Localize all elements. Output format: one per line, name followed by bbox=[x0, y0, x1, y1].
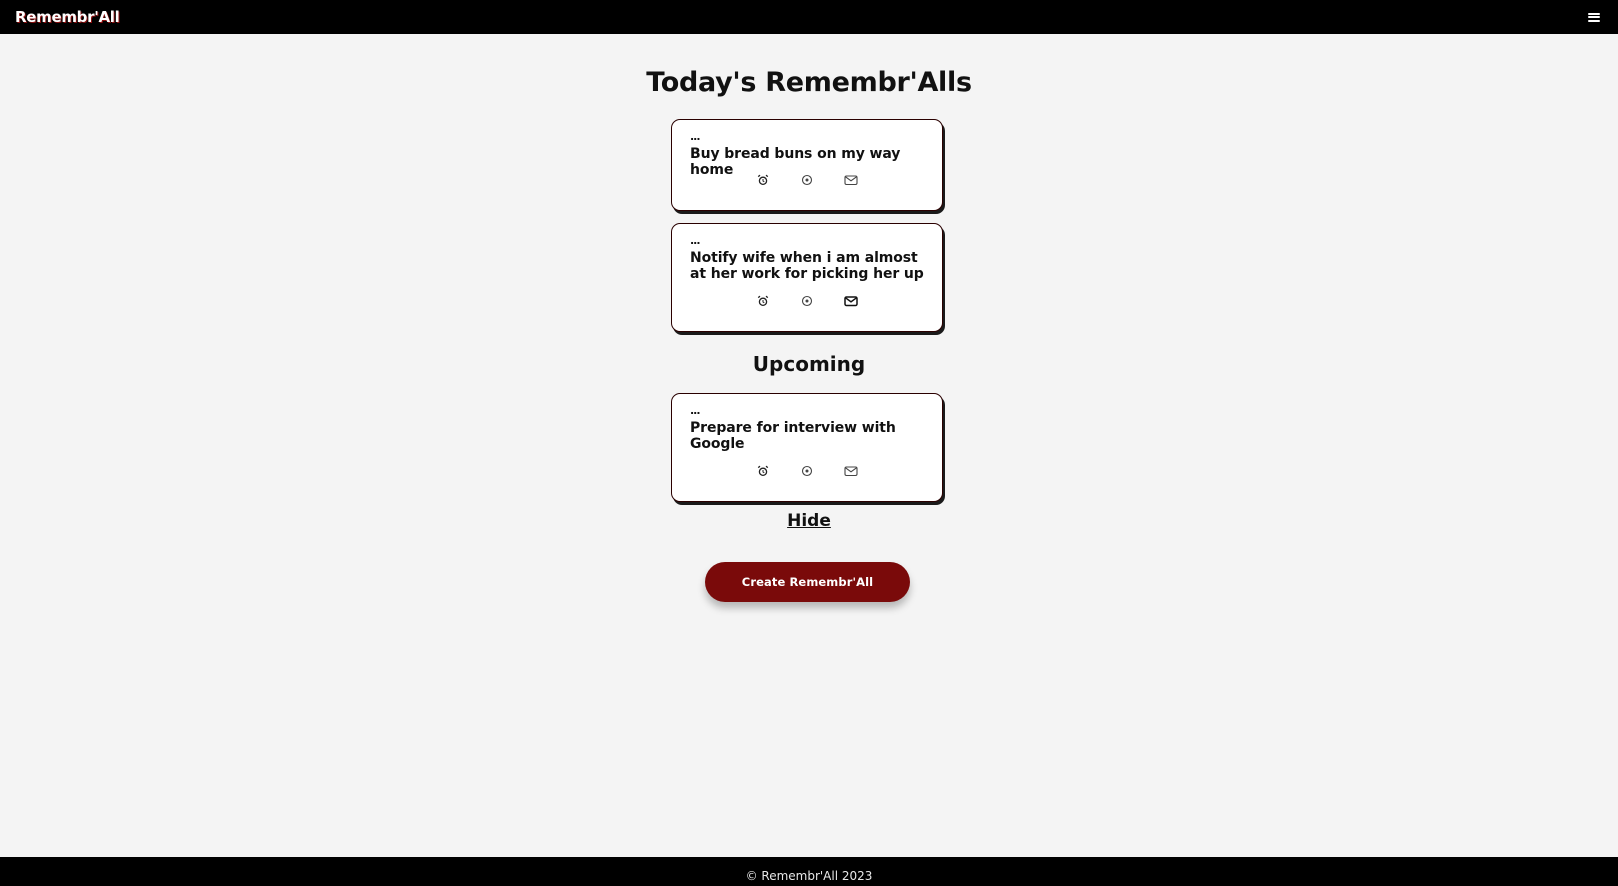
reminder-text: Prepare for interview with Google bbox=[690, 420, 896, 452]
location-pin-icon[interactable] bbox=[800, 464, 814, 478]
location-pin-icon[interactable] bbox=[800, 173, 814, 187]
create-rememberall-button[interactable]: Create Remembr'All bbox=[705, 562, 910, 602]
upcoming-heading: Upcoming bbox=[752, 352, 866, 376]
brand-logo[interactable]: Remembr'All bbox=[15, 8, 120, 26]
hide-link-row: Hide bbox=[0, 511, 1618, 531]
hide-link[interactable]: Hide bbox=[787, 511, 831, 531]
main-content: Today's Remembr'Alls ... Buy bread buns … bbox=[0, 34, 1618, 857]
alarm-clock-icon[interactable] bbox=[756, 173, 770, 187]
mail-icon[interactable] bbox=[844, 173, 858, 187]
reminder-actions bbox=[672, 294, 942, 308]
mail-icon[interactable] bbox=[844, 464, 858, 478]
reminder-card: ... Buy bread buns on my way home bbox=[671, 119, 943, 211]
navbar: Remembr'All bbox=[0, 0, 1618, 34]
location-pin-icon[interactable] bbox=[800, 294, 814, 308]
card-options-icon[interactable]: ... bbox=[690, 405, 924, 417]
reminder-actions bbox=[672, 173, 942, 187]
alarm-clock-icon[interactable] bbox=[756, 464, 770, 478]
reminder-card: ... Prepare for interview with Google bbox=[671, 393, 943, 502]
card-options-icon[interactable]: ... bbox=[690, 235, 924, 247]
app-window: Remembr'All Today's Remembr'Alls ... Buy… bbox=[0, 0, 1618, 886]
reminder-actions bbox=[672, 464, 942, 478]
hamburger-menu-icon[interactable] bbox=[1588, 12, 1600, 22]
reminder-text: Notify wife when i am almost at her work… bbox=[690, 250, 924, 282]
reminder-card: ... Notify wife when i am almost at her … bbox=[671, 223, 943, 332]
alarm-clock-icon[interactable] bbox=[756, 294, 770, 308]
mail-icon[interactable] bbox=[844, 294, 858, 308]
footer: © Remembr'All 2023 bbox=[0, 857, 1618, 886]
page-title: Today's Remembr'Alls bbox=[646, 67, 972, 98]
copyright-text: © Remembr'All 2023 bbox=[745, 869, 873, 883]
card-options-icon[interactable]: ... bbox=[690, 131, 924, 143]
